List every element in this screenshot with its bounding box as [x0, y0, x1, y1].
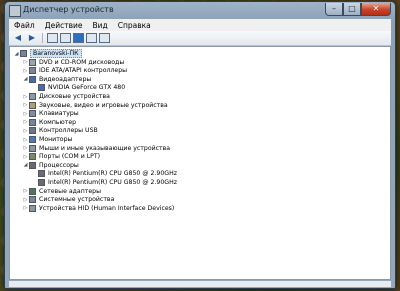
collapse-arrow-icon[interactable]: ◢	[22, 162, 29, 168]
tree-item-label: Системные устройства	[39, 196, 115, 204]
computer-icon	[20, 50, 27, 57]
tree-item-label: Видеоадаптеры	[39, 75, 92, 83]
expand-arrow-icon[interactable]: ▷	[22, 154, 29, 160]
display-adapter-icon	[38, 84, 45, 92]
tree-item-label: Процессоры	[39, 161, 79, 169]
port-icon	[29, 153, 36, 161]
usb-icon	[29, 127, 36, 135]
expand-arrow-icon[interactable]: ▷	[22, 197, 29, 203]
properties-icon[interactable]	[60, 33, 71, 43]
expand-arrow-icon[interactable]: ▷	[22, 68, 29, 74]
menu-action[interactable]: Действие	[40, 21, 88, 30]
sound-icon	[29, 101, 36, 109]
toolbar: ◀ ▶	[9, 31, 391, 46]
expand-arrow-icon[interactable]: ▷	[22, 119, 29, 125]
status-bar	[9, 281, 391, 287]
keyboard-icon	[29, 110, 36, 118]
tree-item-label: Мыши и иные указывающие устройства	[39, 144, 171, 152]
expand-arrow-icon[interactable]: ▷	[22, 145, 29, 151]
show-hide-console-tree-icon[interactable]	[47, 33, 58, 43]
display-adapter-icon	[29, 75, 36, 83]
title-bar[interactable]: Диспетчер устройств – □ ✕	[5, 2, 395, 19]
expand-arrow-icon[interactable]: ▷	[22, 205, 29, 211]
mouse-icon	[29, 144, 36, 152]
tree-item-label: IDE ATA/ATAPI контроллеры	[39, 67, 128, 75]
maximize-button[interactable]: □	[343, 3, 361, 16]
tree-item-label: Intel(R) Pentium(R) CPU G850 @ 2.90GHz	[48, 170, 177, 178]
tree-item-label: Сетевые адаптеры	[39, 187, 101, 195]
minimize-button[interactable]: –	[325, 3, 343, 16]
window-title: Диспетчер устройств	[23, 5, 114, 14]
tree-item-label: Клавиатуры	[39, 110, 79, 118]
collapse-arrow-icon[interactable]: ◢	[13, 51, 20, 57]
expand-arrow-icon[interactable]: ▷	[22, 188, 29, 194]
tree-item-label: Устройства HID (Human Interface Devices)	[39, 204, 175, 212]
close-button[interactable]: ✕	[361, 3, 391, 16]
tree-item-label: Звуковые, видео и игровые устройства	[39, 101, 168, 109]
expand-arrow-icon[interactable]: ▷	[22, 59, 29, 65]
tree-item-label: Компьютер	[39, 118, 77, 126]
tree-item-label: Дисковые устройства	[39, 93, 110, 100]
expand-arrow-icon[interactable]: ▷	[22, 128, 29, 134]
processor-icon	[38, 170, 45, 178]
hid-icon	[29, 204, 36, 212]
forward-button[interactable]: ▶	[26, 33, 38, 43]
device-tree-pane[interactable]: ◢ Baranovski-ПК ▷ DVD и CD-ROM дисководы ▷ ID…	[9, 46, 391, 280]
expand-arrow-icon[interactable]: ▷	[22, 94, 29, 100]
update-driver-icon[interactable]	[86, 33, 97, 43]
tree-item-label: Мониторы	[39, 136, 73, 143]
processor-icon	[29, 161, 36, 169]
tree-item-label: Контроллеры USB	[39, 127, 98, 135]
menu-bar: Файл Действие Вид Справка	[9, 19, 391, 31]
help-icon[interactable]	[73, 33, 84, 43]
tree-item-label: DVD и CD-ROM дисководы	[39, 58, 125, 66]
expand-arrow-icon[interactable]: ▷	[22, 102, 29, 108]
toolbar-separator	[42, 33, 43, 43]
monitor-icon	[29, 136, 36, 143]
network-adapter-icon	[29, 187, 36, 195]
expand-arrow-icon[interactable]: ▷	[22, 111, 29, 117]
scan-hardware-icon[interactable]	[99, 33, 110, 43]
menu-help[interactable]: Справка	[113, 21, 156, 30]
system-device-icon	[29, 196, 36, 204]
device-manager-icon	[9, 5, 21, 17]
disk-drive-icon	[29, 93, 36, 100]
back-button[interactable]: ◀	[12, 33, 24, 43]
ide-controller-icon	[29, 67, 36, 75]
collapse-arrow-icon[interactable]: ◢	[22, 76, 29, 82]
device-manager-window: Диспетчер устройств – □ ✕ Файл Действие …	[4, 1, 396, 289]
menu-view[interactable]: Вид	[87, 21, 112, 30]
tree-item-label: Порты (COM и LPT)	[39, 153, 101, 161]
menu-file[interactable]: Файл	[9, 21, 40, 30]
processor-icon	[38, 179, 45, 186]
computer-icon	[29, 118, 36, 126]
tree-item-label: Intel(R) Pentium(R) CPU G850 @ 2.90GHz	[48, 179, 177, 186]
expand-arrow-icon[interactable]: ▷	[22, 137, 29, 143]
dvd-drive-icon	[29, 58, 36, 66]
caption-buttons: – □ ✕	[325, 3, 391, 16]
tree-category[interactable]: ▷ Устройства HID (Human Interface Devices…	[22, 204, 174, 213]
tree-item-label: NVIDIA GeForce GTX 480	[48, 84, 126, 92]
